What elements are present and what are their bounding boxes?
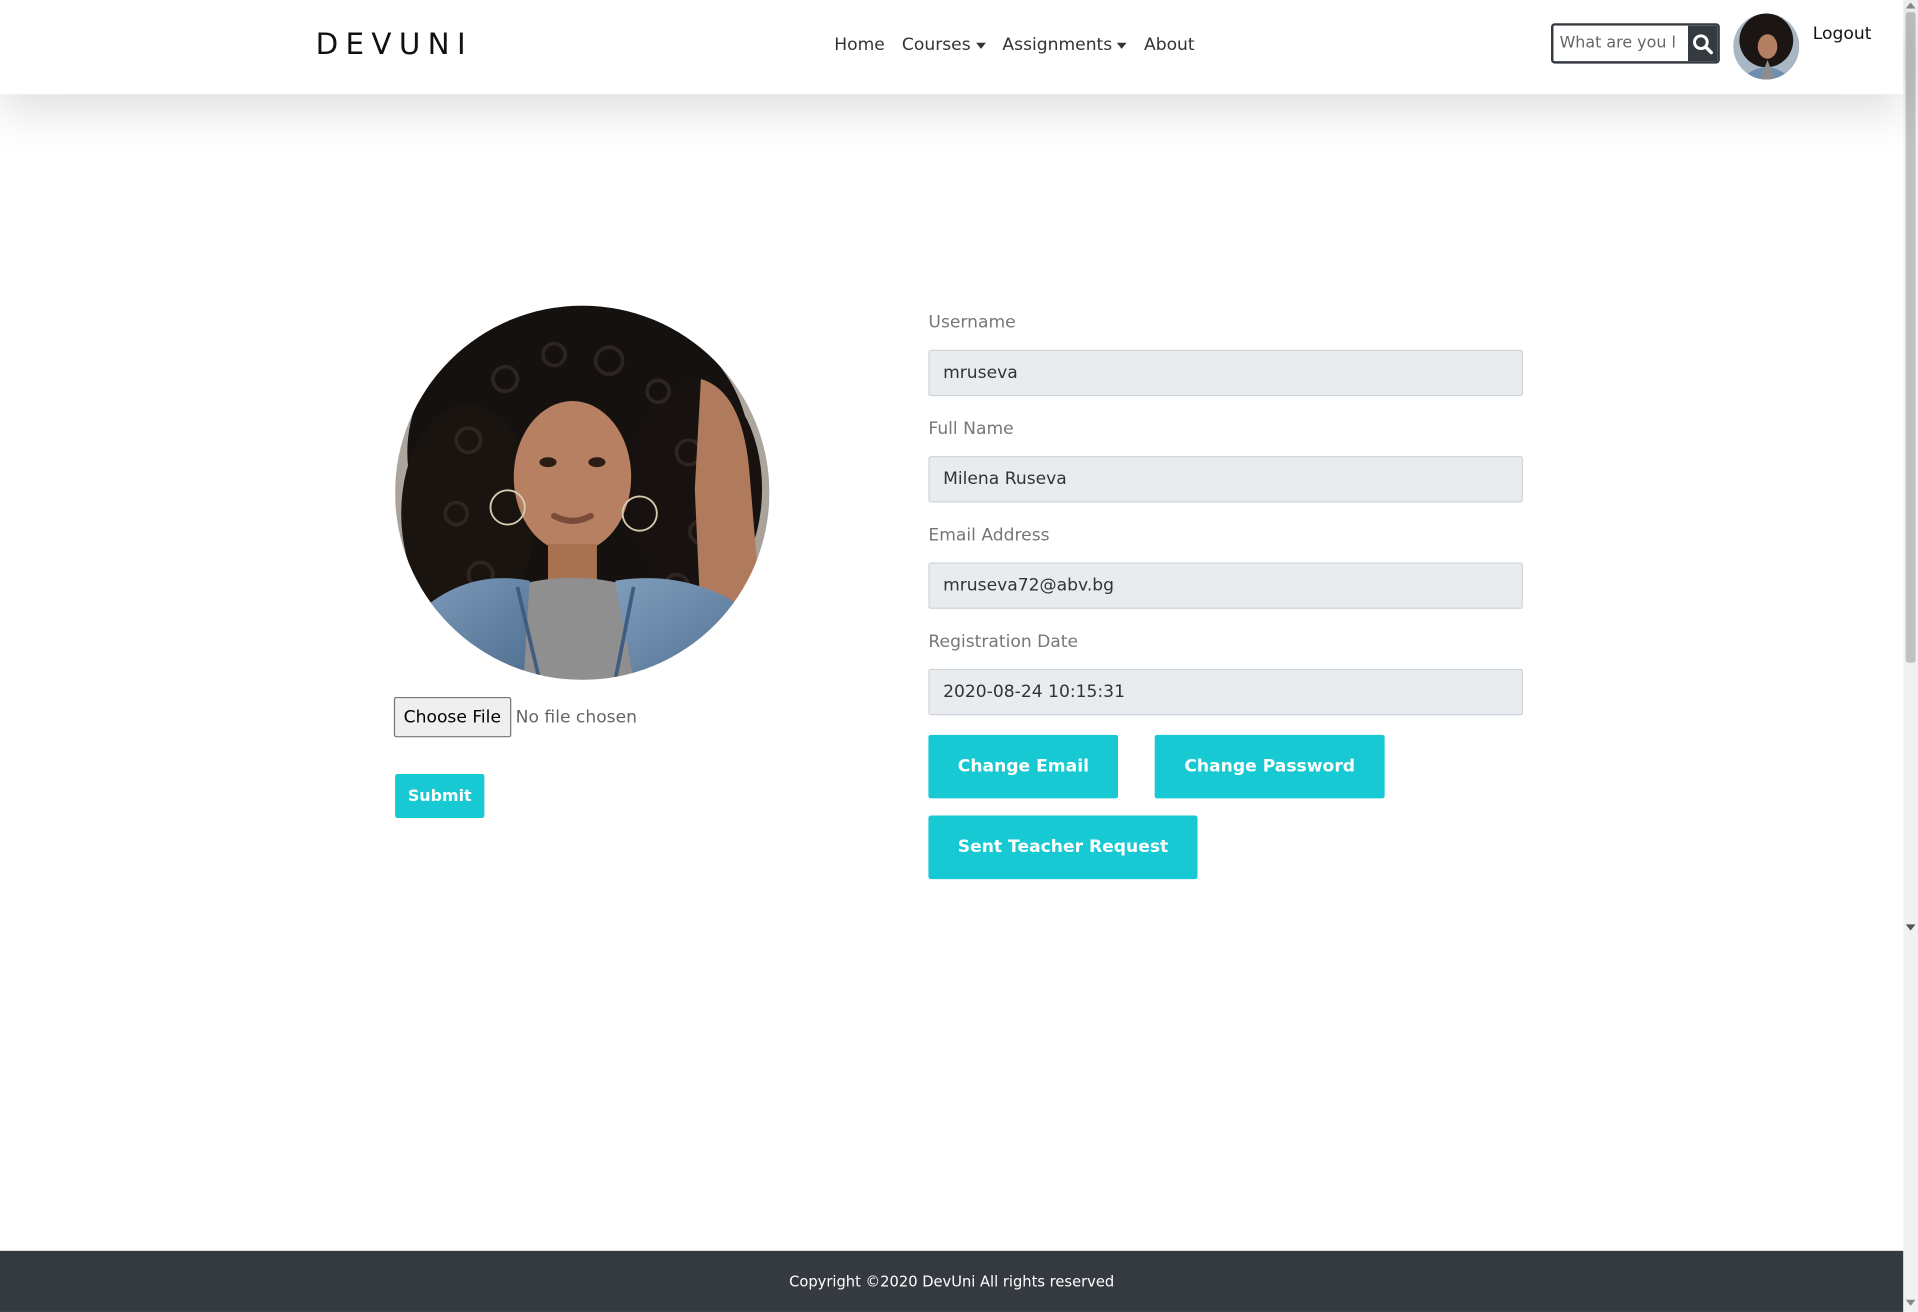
page: DEVUNI Home Courses Assignments About Wh… <box>0 0 1918 1312</box>
avatar[interactable] <box>1733 13 1800 80</box>
account-actions: Change Email Change Password <box>928 734 1385 799</box>
teacher-request-button[interactable]: Sent Teacher Request <box>928 815 1198 880</box>
username-label: Username <box>928 313 1016 333</box>
brand-logo[interactable]: DEVUNI <box>316 27 473 61</box>
scroll-down-icon[interactable] <box>1905 924 1916 931</box>
change-password-button[interactable]: Change Password <box>1155 734 1385 799</box>
search-form <box>1551 23 1720 64</box>
file-status: No file chosen <box>515 707 638 727</box>
scroll-end-icon[interactable] <box>1905 1299 1916 1306</box>
profile-photo-image <box>395 305 770 680</box>
nav-assignments-label: Assignments <box>1002 35 1113 56</box>
search-input[interactable] <box>1553 25 1689 62</box>
caret-down-icon <box>975 42 986 49</box>
scroll-thumb[interactable] <box>1905 12 1916 663</box>
page-scrollbar[interactable] <box>1903 0 1918 1312</box>
fullname-field[interactable] <box>928 456 1523 503</box>
search-button[interactable] <box>1688 25 1718 62</box>
footer: Copyright ©2020 DevUni All rights reserv… <box>0 1250 1904 1312</box>
profile-photo <box>395 305 770 680</box>
submit-button[interactable]: Submit <box>395 773 485 818</box>
nav-courses-label: Courses <box>901 35 971 56</box>
main-nav: Home Courses Assignments About <box>834 35 1194 55</box>
file-upload: Choose File No file chosen <box>393 696 638 738</box>
logout-link[interactable]: Logout <box>1813 24 1872 44</box>
avatar-image <box>1733 13 1800 80</box>
caret-down-icon <box>1117 42 1127 49</box>
registration-date-label: Registration Date <box>928 632 1079 652</box>
choose-file-button[interactable]: Choose File <box>393 696 511 738</box>
email-label: Email Address <box>928 525 1050 546</box>
scroll-up-icon[interactable] <box>1905 2 1916 9</box>
nav-home[interactable]: Home <box>834 35 885 55</box>
search-icon <box>1693 33 1713 54</box>
copyright-text: Copyright ©2020 DevUni All rights reserv… <box>789 1272 1115 1290</box>
registration-date-field[interactable] <box>928 668 1523 716</box>
navbar: DEVUNI Home Courses Assignments About Wh… <box>0 0 1904 95</box>
change-email-button[interactable]: Change Email <box>928 734 1119 799</box>
nav-about[interactable]: About <box>1144 35 1195 55</box>
profile-form: Username Full Name Email Address Registr… <box>928 312 1523 737</box>
nav-assignments[interactable]: Assignments <box>1002 35 1127 56</box>
username-field[interactable] <box>928 349 1523 397</box>
nav-courses[interactable]: Courses <box>901 35 986 56</box>
email-field[interactable] <box>928 562 1523 609</box>
fullname-label: Full Name <box>928 419 1014 439</box>
